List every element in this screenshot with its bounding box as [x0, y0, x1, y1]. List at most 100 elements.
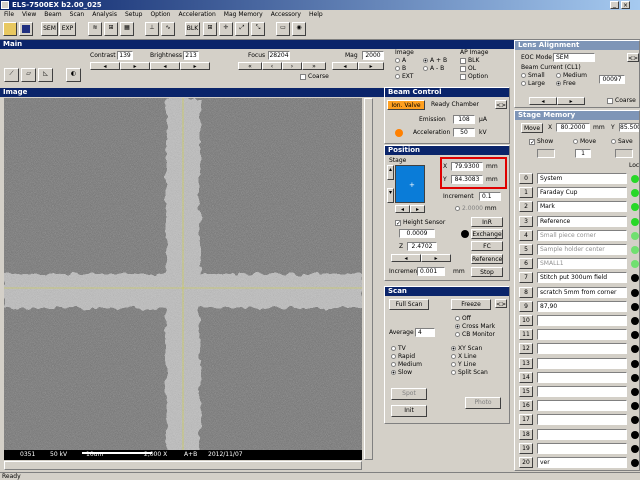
focus-coarse-down-button[interactable]: «	[238, 62, 262, 70]
lock-indicator[interactable]	[631, 416, 639, 425]
lens-swap-button[interactable]: <>	[627, 53, 639, 62]
move-radio[interactable]: Move	[573, 138, 596, 146]
memory-slot-button[interactable]: 5	[519, 244, 533, 255]
memory-x-field[interactable]: 80.2000	[556, 123, 590, 132]
freeze-button[interactable]: Freeze	[451, 299, 491, 310]
memory-name-field[interactable]: System	[537, 173, 627, 184]
memory-name-field[interactable]	[537, 386, 627, 397]
memory-name-field[interactable]: Small piece corner	[537, 229, 627, 241]
y-position-field[interactable]: 84.3083	[451, 175, 483, 184]
memory-slot-button[interactable]: 16	[519, 400, 533, 412]
lock-indicator[interactable]	[631, 246, 639, 254]
lock-indicator[interactable]	[631, 359, 639, 368]
lens-coarse-checkbox[interactable]: Coarse	[607, 97, 636, 105]
sem-button[interactable]: SEM	[41, 22, 58, 36]
save-radio[interactable]: Save	[611, 138, 633, 146]
memory-slot-button[interactable]: 6	[519, 258, 533, 270]
menu-mag-memory[interactable]: Mag Memory	[224, 10, 263, 19]
focus-fine-up-button[interactable]: ›	[282, 62, 302, 70]
lock-indicator[interactable]	[631, 189, 639, 198]
angle-tool-icon[interactable]: ◺	[38, 68, 53, 82]
image-radio-ext[interactable]: EXT	[395, 73, 413, 81]
marker-radio-cross-mark[interactable]: Cross Mark	[455, 323, 495, 331]
expand-icon[interactable]: ⤢	[235, 22, 249, 36]
marker-radio-cb-monitor[interactable]: CB Monitor	[455, 331, 495, 339]
memory-slot-button[interactable]: 0	[519, 173, 533, 184]
lock-indicator[interactable]	[631, 345, 639, 354]
memory-slot-button[interactable]: 4	[519, 229, 533, 241]
marker-radio-off[interactable]: Off	[455, 315, 471, 323]
current-radio-free[interactable]: Free	[556, 80, 576, 88]
speed-radio-medium[interactable]: Medium	[391, 361, 422, 369]
memory-slot-button[interactable]: 11	[519, 329, 533, 341]
memory-name-field[interactable]	[537, 428, 627, 440]
image-radio-a[interactable]: A	[395, 57, 406, 65]
menu-acceleration[interactable]: Acceleration	[178, 10, 215, 19]
ap-checkbox-ol[interactable]: OL	[460, 65, 476, 73]
height-sensor-checkbox[interactable]: ✓ Height Sensor	[395, 219, 445, 227]
memory-slot-button[interactable]: 1	[519, 187, 533, 199]
contrast-increase-button[interactable]: ▸	[120, 62, 150, 70]
z-up-button[interactable]: ▸	[421, 254, 451, 262]
menu-file[interactable]: File	[4, 10, 14, 19]
memory-name-field[interactable]	[537, 315, 627, 326]
image-radio-b[interactable]: B	[395, 65, 406, 73]
fc-button[interactable]: FC	[471, 241, 503, 251]
contrast-decrease-button[interactable]: ◂	[90, 62, 120, 70]
lock-indicator[interactable]	[631, 430, 639, 439]
small-field-radio[interactable]: 2.0000 mm	[455, 205, 497, 213]
ruler-tool-icon[interactable]: ▱	[21, 68, 36, 82]
axis-icon[interactable]: ⊥	[145, 22, 159, 36]
lock-indicator[interactable]	[631, 388, 639, 396]
lock-indicator[interactable]	[631, 175, 639, 183]
memory-slot-button[interactable]: 2	[519, 201, 533, 213]
current-radio-large[interactable]: Large	[521, 80, 545, 88]
memory-name-field[interactable]	[537, 371, 627, 383]
exp-button[interactable]: EXP	[59, 22, 76, 36]
memory-slot-button[interactable]: 20	[519, 457, 533, 468]
inr-button[interactable]: InR	[471, 217, 503, 227]
memory-name-field[interactable]: 87,90	[537, 300, 627, 312]
menu-setup[interactable]: Setup	[125, 10, 142, 19]
memory-slot-button[interactable]: 9	[519, 300, 533, 312]
menu-beam[interactable]: Beam	[44, 10, 61, 19]
spot-button[interactable]: Spot	[391, 388, 427, 400]
lock-indicator[interactable]	[631, 288, 639, 297]
show-checkbox[interactable]: ✓ Show	[529, 138, 553, 146]
memory-y-field[interactable]: 85.500	[619, 123, 639, 132]
mode-radio-y-line[interactable]: Y Line	[451, 361, 476, 369]
memory-name-field[interactable]: Faraday Cup	[537, 187, 627, 199]
speed-radio-tv[interactable]: TV	[391, 345, 406, 353]
memory-slot-button[interactable]: 14	[519, 371, 533, 383]
memory-name-field[interactable]	[537, 357, 627, 369]
memory-name-field[interactable]: Stitch put 300um field	[537, 272, 627, 284]
memory-slot-button[interactable]: 3	[519, 215, 533, 227]
lock-indicator[interactable]	[631, 231, 639, 240]
lock-indicator[interactable]	[631, 317, 639, 325]
z-position-field[interactable]: 2.4702	[407, 242, 437, 251]
lock-indicator[interactable]	[631, 203, 639, 212]
beam-scan-icon[interactable]: ≋	[88, 22, 102, 36]
menu-option[interactable]: Option	[150, 10, 170, 19]
focus-coarse-up-button[interactable]: »	[302, 62, 326, 70]
contrast-field[interactable]: 139	[117, 51, 133, 60]
lock-indicator[interactable]	[631, 331, 639, 340]
memory-name-field[interactable]	[537, 343, 627, 355]
image-radio-a-b[interactable]: A - B	[423, 65, 444, 73]
lock-indicator[interactable]	[631, 444, 639, 453]
focus-fine-down-button[interactable]: ‹	[262, 62, 282, 70]
current-down-button[interactable]: ◂	[529, 97, 557, 105]
open-folder-icon[interactable]	[3, 22, 17, 36]
memory-name-field[interactable]: Mark	[537, 201, 627, 213]
brightness-field[interactable]: 213	[183, 51, 199, 60]
memory-name-field[interactable]: scratch 5mm from corner	[537, 286, 627, 298]
memory-slot-button[interactable]: 7	[519, 272, 533, 284]
memory-slot-button[interactable]: 13	[519, 357, 533, 369]
reference-button[interactable]: Reference	[471, 254, 503, 264]
photo-button[interactable]: Photo	[465, 397, 501, 409]
grid-icon[interactable]: ⊞	[203, 22, 217, 36]
image-vertical-scrollbar[interactable]	[364, 98, 373, 460]
memory-name-field[interactable]	[537, 329, 627, 341]
minimize-button[interactable]: _	[610, 1, 619, 9]
ap-checkbox-blk[interactable]: BLK	[460, 57, 479, 65]
